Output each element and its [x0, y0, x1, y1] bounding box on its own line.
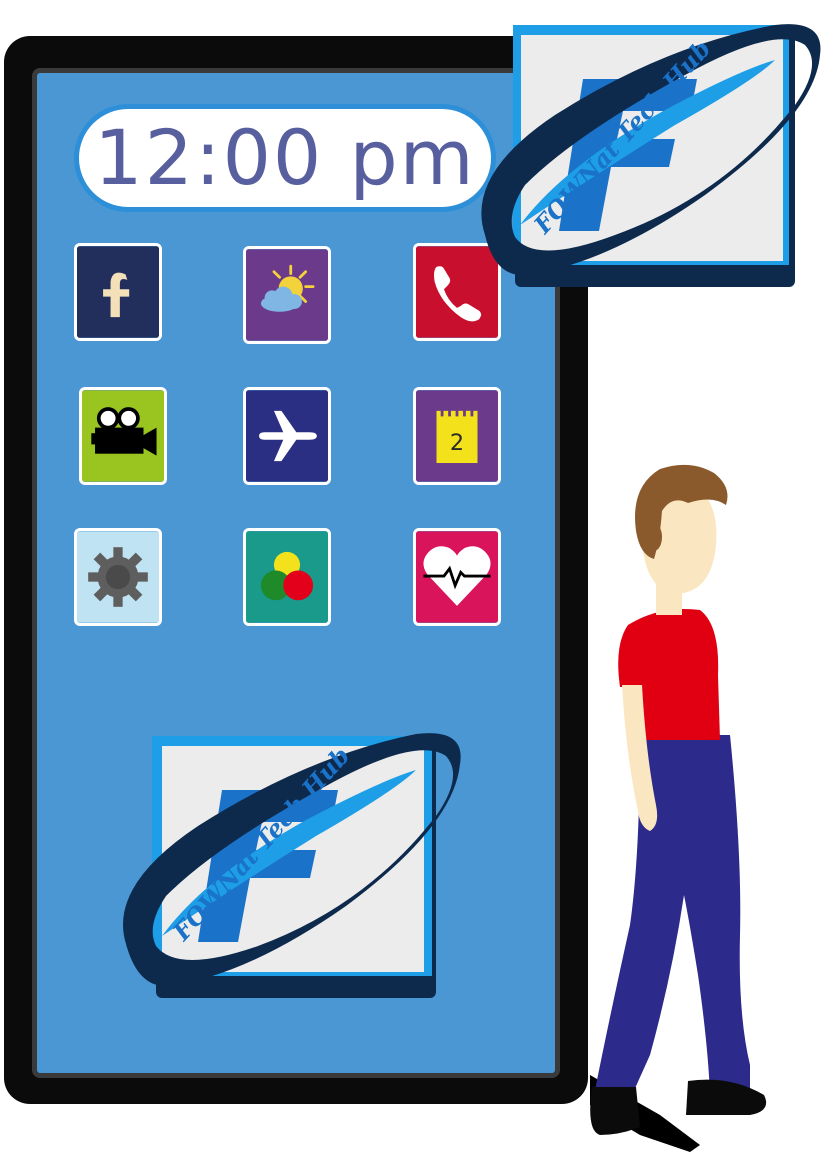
- logo-badge-screen: FOWNat Tech Hub: [120, 710, 470, 1005]
- sun-cloud-icon: [246, 249, 328, 341]
- facebook-app-button[interactable]: [74, 243, 162, 341]
- settings-app-button[interactable]: [74, 528, 162, 626]
- notepad-icon: 2: [416, 390, 498, 482]
- calendar-app-button[interactable]: 2: [413, 387, 501, 485]
- scene: 12:00 pm 2 FOWNat Tech Hub FOWNat Tech H…: [0, 0, 834, 1152]
- color-app-button[interactable]: [243, 528, 331, 626]
- video-app-button[interactable]: [79, 387, 167, 485]
- ear: [646, 523, 662, 551]
- gear-icon: [77, 531, 159, 623]
- health-app-button[interactable]: [413, 528, 501, 626]
- right-shoe: [686, 1079, 767, 1115]
- brand-logo-icon: FOWNat Tech Hub: [481, 24, 821, 287]
- left-shoe: [590, 1087, 640, 1135]
- flight-app-button[interactable]: [243, 387, 331, 485]
- pants: [594, 735, 750, 1095]
- color-circles-icon: [246, 531, 328, 623]
- airplane-icon: [246, 390, 328, 482]
- logo-badge-top: FOWNat Tech Hub: [475, 5, 830, 295]
- brand-logo-icon: FOWNat Tech Hub: [123, 733, 461, 998]
- clock-widget: 12:00 pm: [74, 104, 496, 212]
- clock-time: 12:00 pm: [94, 113, 476, 202]
- video-camera-icon: [82, 390, 164, 482]
- facebook-f-icon: [77, 246, 159, 338]
- person-illustration: [580, 455, 834, 1152]
- weather-app-button[interactable]: [243, 246, 331, 344]
- calendar-number: 2: [450, 430, 464, 456]
- heart-pulse-icon: [416, 531, 498, 623]
